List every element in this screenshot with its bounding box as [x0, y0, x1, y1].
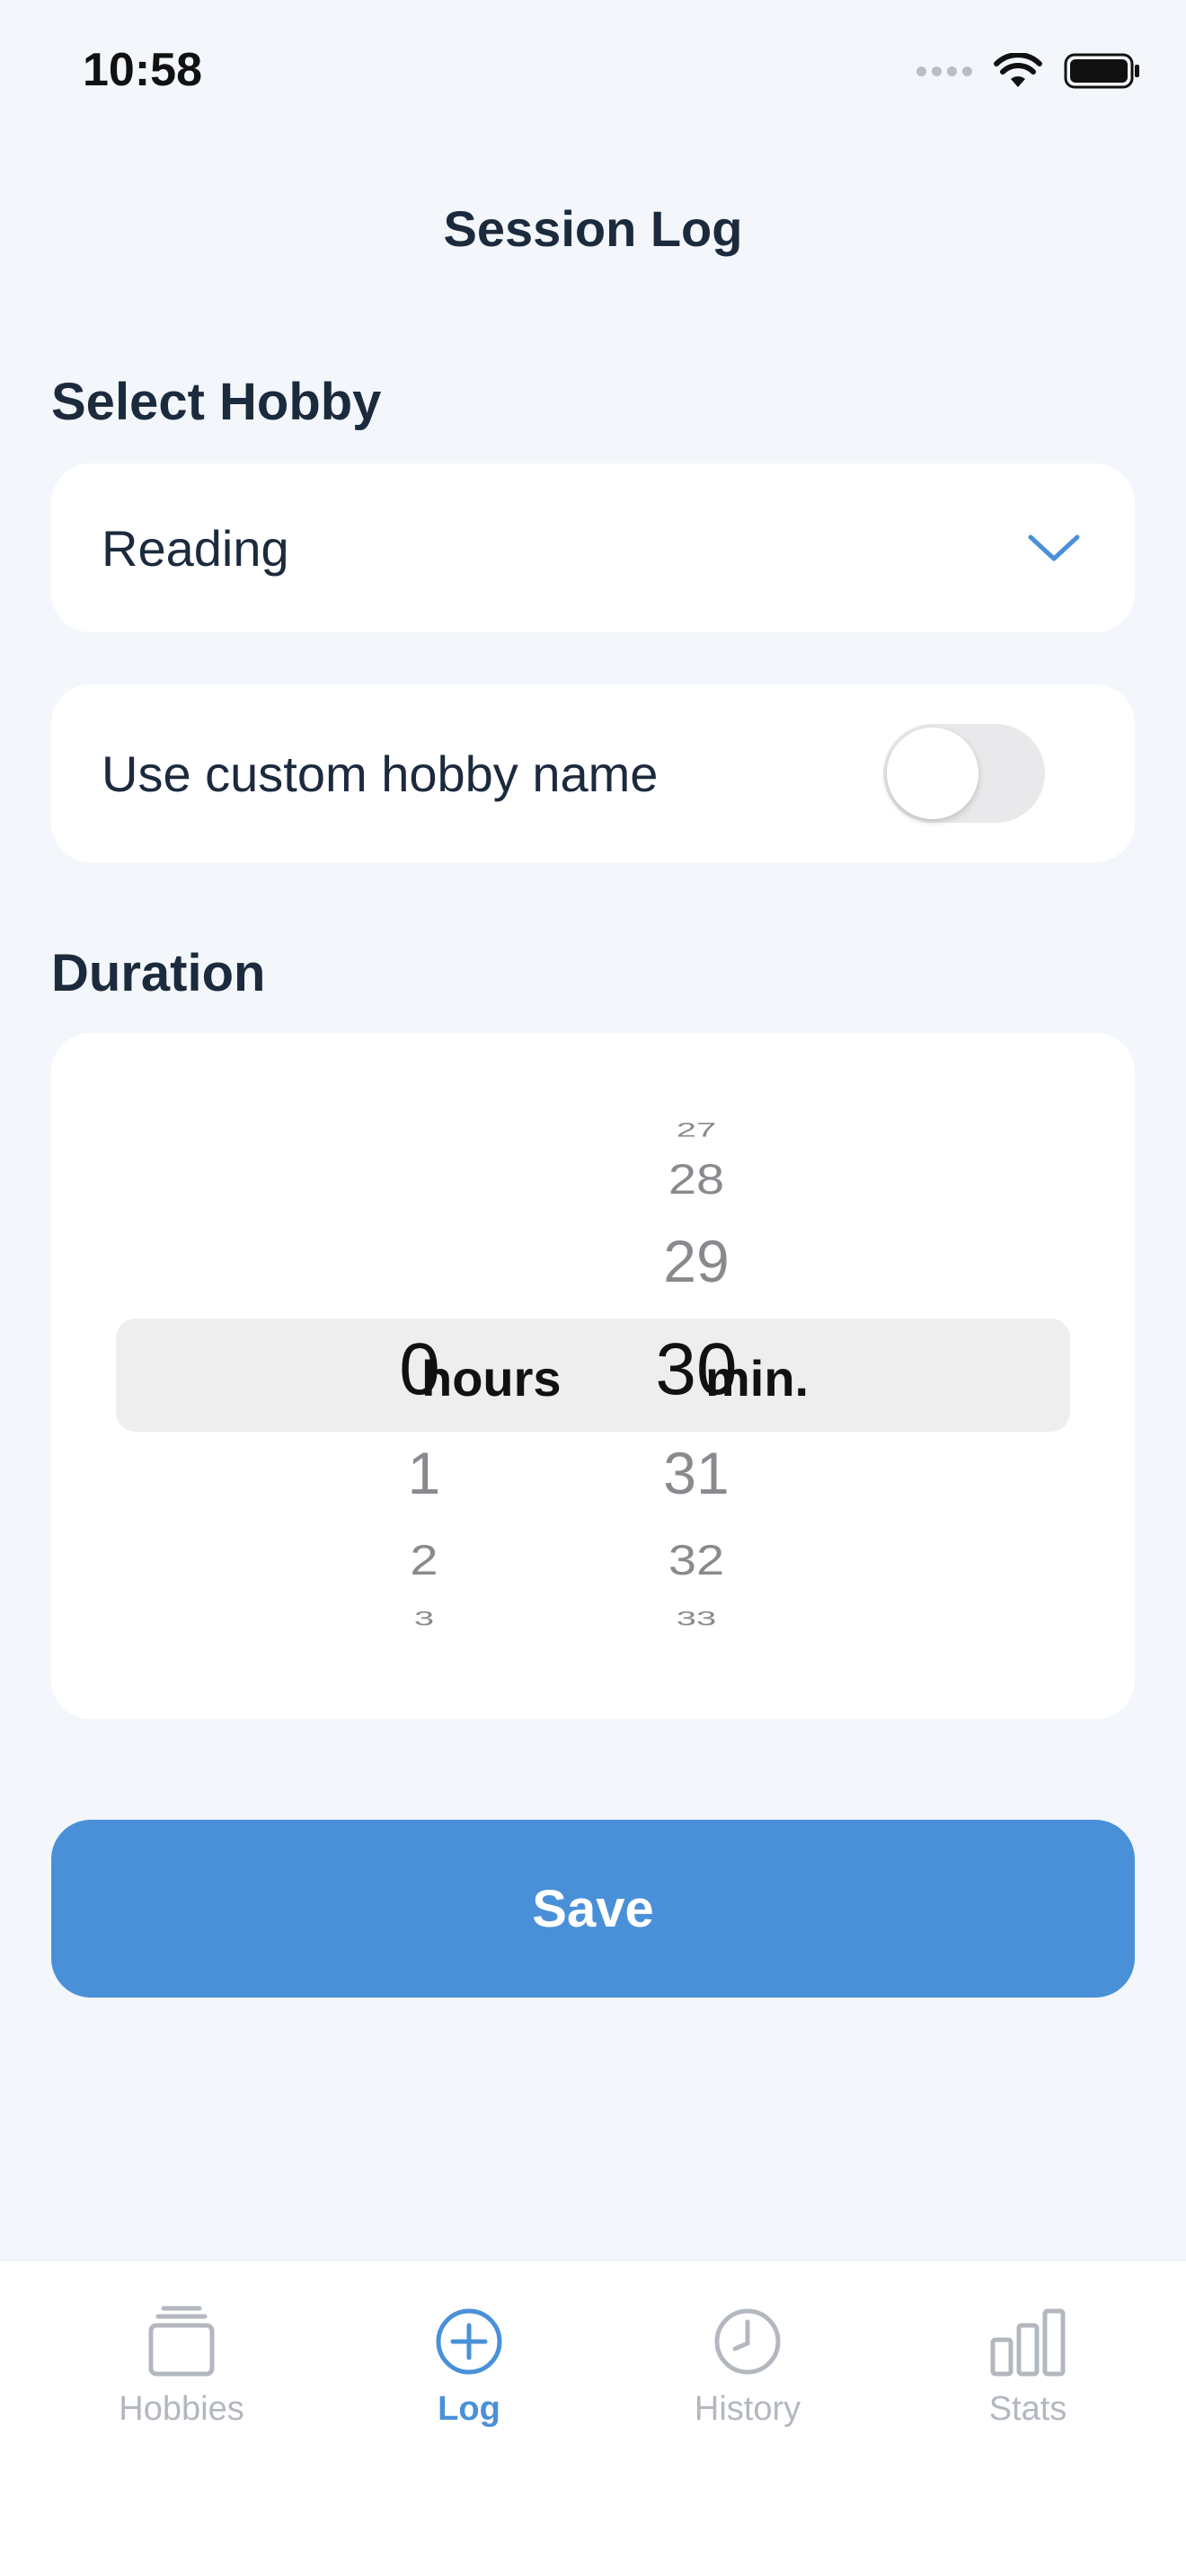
custom-hobby-name-label: Use custom hobby name: [102, 745, 659, 802]
hours-option[interactable]: 3: [370, 1608, 478, 1630]
tab-history[interactable]: History: [631, 2304, 864, 2429]
tab-log-label: Log: [438, 2390, 500, 2428]
toggle-knob: [887, 728, 978, 819]
clock-icon: [714, 2308, 781, 2375]
wifi-icon: [994, 53, 1042, 87]
save-button[interactable]: Save: [51, 1820, 1135, 1998]
tab-hobbies[interactable]: Hobbies: [65, 2304, 298, 2429]
minutes-option[interactable]: 33: [597, 1608, 795, 1630]
minutes-unit-label: min.: [705, 1350, 810, 1407]
hours-option[interactable]: 1: [370, 1439, 478, 1507]
hobby-dropdown[interactable]: Reading: [51, 463, 1135, 632]
hobbies-stack-icon: [148, 2306, 215, 2377]
tab-bar: Hobbies Log History Stats: [0, 2260, 1186, 2576]
hours-option[interactable]: 2: [370, 1535, 478, 1584]
hobby-dropdown-value: Reading: [102, 519, 289, 577]
tab-stats-label: Stats: [988, 2390, 1067, 2428]
tab-hobbies-label: Hobbies: [119, 2390, 244, 2428]
tab-history-label: History: [694, 2390, 801, 2428]
duration-picker: 0 hours 1 2 3 27 28 29 30 min. 31 32 33: [51, 1033, 1135, 1719]
tab-stats[interactable]: Stats: [911, 2304, 1145, 2429]
status-time: 10:58: [83, 44, 202, 96]
hours-unit-label: hours: [421, 1350, 562, 1407]
session-log-screen: 10:58 Session Log Select Hobby Reading U…: [0, 0, 1186, 2576]
plus-circle-icon: [436, 2308, 502, 2375]
select-hobby-label: Select Hobby: [51, 373, 382, 431]
page-title: Session Log: [443, 200, 743, 257]
bar-chart-icon: [990, 2308, 1066, 2377]
minutes-option[interactable]: 27: [597, 1119, 795, 1142]
picker-selection-highlight: [116, 1319, 1070, 1432]
minutes-option[interactable]: 28: [597, 1154, 795, 1204]
minutes-option[interactable]: 32: [597, 1535, 795, 1584]
chevron-down-icon: [1028, 534, 1080, 561]
minutes-option[interactable]: 31: [597, 1439, 795, 1507]
custom-hobby-name-row: Use custom hobby name: [51, 684, 1135, 862]
minutes-option[interactable]: 29: [597, 1227, 795, 1295]
tab-log[interactable]: Log: [352, 2304, 586, 2429]
custom-hobby-name-toggle[interactable]: [883, 724, 1045, 823]
status-icons: [916, 52, 1141, 90]
duration-label: Duration: [51, 944, 266, 1002]
cellular-signal-icon: [916, 66, 972, 76]
battery-icon: [1064, 53, 1139, 89]
